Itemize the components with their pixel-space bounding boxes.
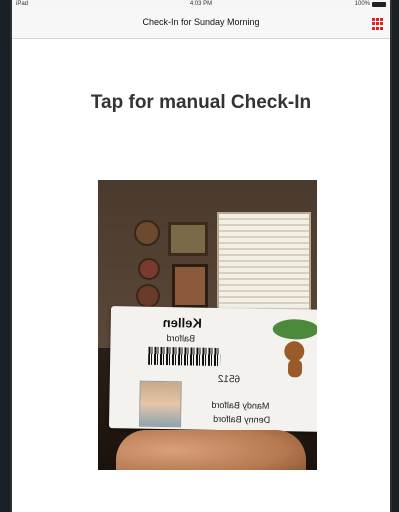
battery-indicator: 100%	[355, 0, 386, 9]
decor-plate	[138, 258, 160, 280]
child-first-name: Kellen	[162, 314, 202, 331]
hand-holding-card	[116, 430, 306, 470]
child-photo	[138, 380, 182, 428]
decor-plate	[136, 284, 160, 308]
checkin-card: Kellen Balford 6512 Mandy Balford Denny …	[108, 306, 317, 432]
parent-name: Mandy Balford	[211, 399, 270, 411]
camera-preview[interactable]: Kellen Balford 6512 Mandy Balford Denny …	[98, 180, 317, 470]
battery-percent: 100%	[354, 1, 370, 7]
barcode-icon	[148, 346, 221, 367]
picture-frame	[168, 222, 208, 256]
manual-checkin-button[interactable]: Tap for manual Check-In	[12, 92, 390, 114]
page-title: Check-In for Sunday Morning	[142, 17, 260, 27]
grid-menu-icon[interactable]	[372, 18, 384, 30]
navigation-bar: Check-In for Sunday Morning	[12, 9, 390, 39]
checkin-code: 6512	[217, 373, 241, 386]
decor-plate	[134, 220, 160, 246]
clock: 4:03 PM	[189, 1, 213, 7]
picture-frame	[172, 264, 208, 308]
parent-name: Denny Balford	[213, 413, 271, 425]
status-bar: iPad 4:03 PM 100%	[12, 0, 390, 9]
child-last-name: Balford	[166, 333, 196, 344]
ipad-screen: iPad 4:03 PM 100% Check-In for Sunday Mo…	[10, 0, 392, 512]
window-blinds	[217, 212, 311, 316]
monkey-icon	[270, 318, 317, 380]
battery-icon	[372, 2, 386, 7]
